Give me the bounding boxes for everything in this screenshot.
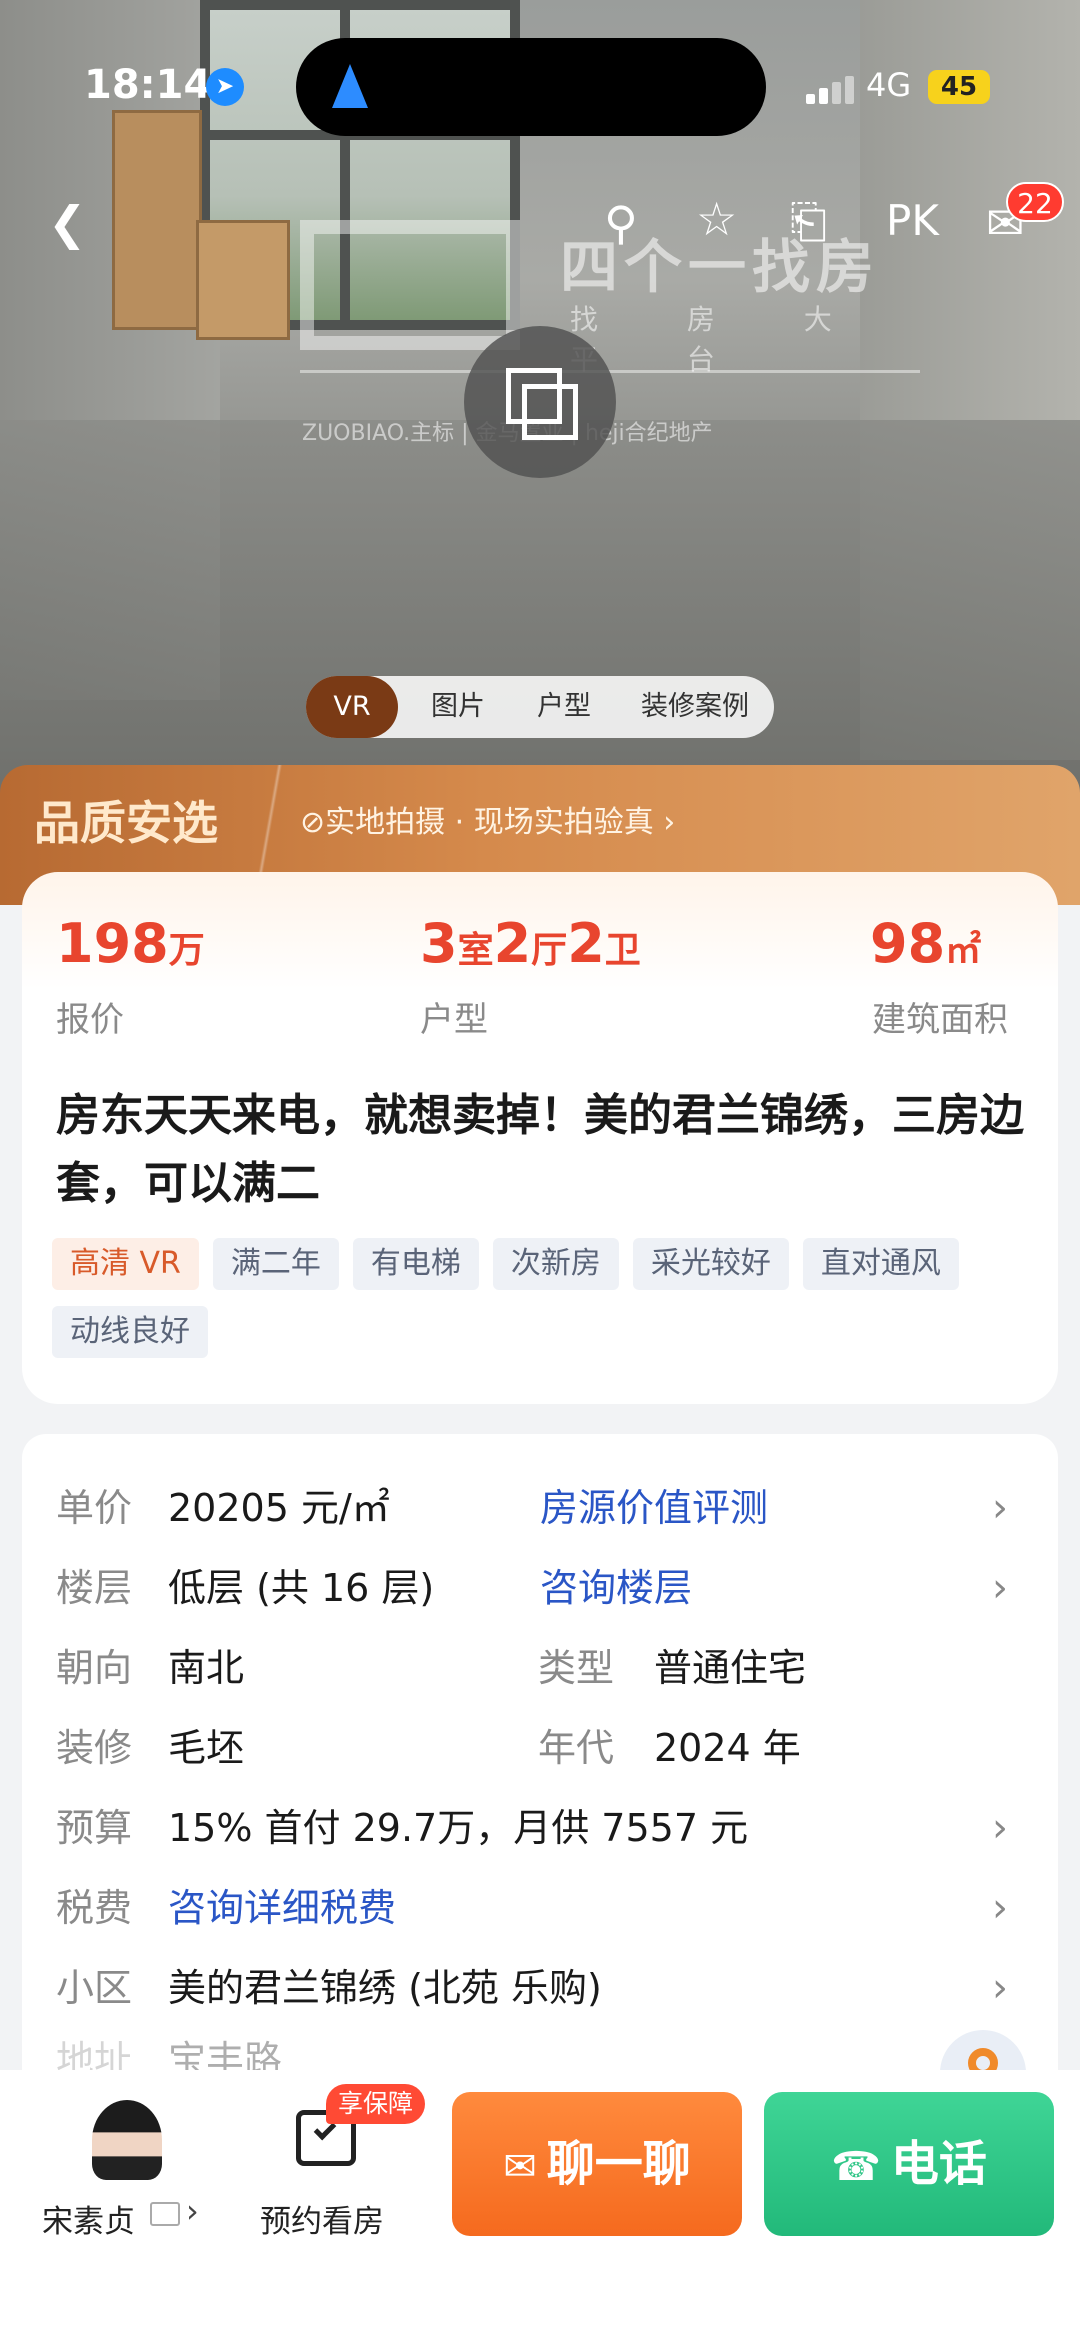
halls-unit: 厅 bbox=[531, 930, 568, 971]
back-icon[interactable]: ❮ bbox=[48, 200, 87, 246]
quality-title: 品质安选 bbox=[34, 796, 218, 850]
tag: 采光较好 bbox=[632, 1238, 789, 1290]
info-row-floor[interactable]: 楼层 低层 (共 16 层) 咨询楼层 › bbox=[34, 1558, 1024, 1618]
info-value: 20205 元/㎡ bbox=[168, 1486, 390, 1530]
halls-count: 2 bbox=[493, 912, 532, 975]
tab-floorplan[interactable]: 户型 bbox=[516, 676, 612, 738]
info-key: 类型 bbox=[538, 1646, 615, 1690]
info-value: 15% 首付 29.7万，月供 7557 元 bbox=[168, 1806, 749, 1850]
chevron-right-icon: › bbox=[992, 1805, 1008, 1851]
area-value: 98 bbox=[870, 912, 946, 975]
consult-floor-link[interactable]: 咨询楼层 bbox=[540, 1558, 692, 1618]
tab-decoration-cases[interactable]: 装修案例 bbox=[622, 676, 768, 738]
rooms-count: 3 bbox=[420, 912, 458, 975]
info-row-orientation: 朝向 南北 类型 普通住宅 bbox=[34, 1638, 1024, 1698]
vr-enter-button[interactable] bbox=[464, 326, 616, 478]
baths-count: 2 bbox=[567, 912, 605, 975]
info-value: 毛坯 bbox=[168, 1726, 245, 1770]
quality-divider bbox=[255, 765, 285, 875]
tab-photos[interactable]: 图片 bbox=[410, 676, 506, 738]
phone-icon: ☎ bbox=[831, 2144, 881, 2190]
chevron-right-icon: › bbox=[992, 1485, 1008, 1531]
tag-hd-vr[interactable]: 高清 VR bbox=[52, 1238, 199, 1290]
tab-vr[interactable]: VR bbox=[306, 676, 398, 738]
listing-title: 房东天天来电，就想卖掉！美的君兰锦绣，三房边套，可以满二 bbox=[56, 1090, 1024, 1209]
listing-info-card bbox=[22, 1434, 1058, 2134]
chevron-right-icon: › bbox=[992, 1565, 1008, 1611]
watermark-logo bbox=[300, 220, 520, 350]
battery-icon: 45 bbox=[928, 70, 990, 104]
info-row-decoration: 装修 毛坯 年代 2024 年 bbox=[34, 1718, 1024, 1778]
info-value: 普通住宅 bbox=[654, 1646, 807, 1690]
info-key: 税费 bbox=[56, 1886, 133, 1930]
tag: 直对通风 bbox=[802, 1238, 959, 1290]
info-value: 低层 (共 16 层) bbox=[168, 1566, 435, 1610]
signal-icon bbox=[806, 74, 856, 104]
chat-bubble-icon: ✉ bbox=[503, 2144, 537, 2190]
info-key: 装修 bbox=[56, 1726, 133, 1770]
chat-label: 聊一聊 bbox=[546, 2136, 691, 2192]
rooms-unit: 室 bbox=[457, 930, 494, 971]
network-type: 4G bbox=[866, 66, 912, 104]
price-unit: 万 bbox=[168, 930, 205, 971]
book-viewing-label[interactable]: 预约看房 bbox=[260, 2196, 384, 2241]
quality-text: ⊘实地拍摄 · 现场实拍验真 › bbox=[300, 805, 676, 840]
info-row-unit-price[interactable]: 单价 20205 元/㎡ 房源价值评测 › bbox=[34, 1478, 1024, 1538]
search-icon[interactable]: ⚲ bbox=[604, 200, 638, 246]
baths-unit: 卫 bbox=[604, 930, 641, 971]
bottom-action-bar: 宋素贞 › 享保障 预约看房 ✉ 聊一聊 ☎ 电话 bbox=[0, 2070, 1080, 2348]
navigation-arrow-icon bbox=[332, 64, 368, 108]
message-count-badge: 22 bbox=[1006, 182, 1064, 222]
info-row-community[interactable]: 小区 美的君兰锦绣 (北苑 乐购) › bbox=[34, 1958, 1024, 2018]
price-value: 198 bbox=[56, 912, 169, 975]
guarantee-badge: 享保障 bbox=[326, 2084, 426, 2124]
pk-button[interactable]: PK bbox=[886, 200, 939, 242]
info-value: 美的君兰锦绣 (北苑 乐购) bbox=[168, 1966, 602, 2010]
layout-label: 户型 bbox=[420, 1000, 488, 1040]
feature-tags: 高清 VR 满二年 有电梯 次新房 采光较好 直对通风动线良好 bbox=[52, 1238, 1052, 1374]
call-button[interactable]: ☎ 电话 bbox=[764, 2092, 1054, 2236]
price-label: 报价 bbox=[56, 1000, 124, 1040]
location-icon: ➤ bbox=[206, 68, 244, 106]
status-bar: 18:14 ➤ 4G 45 bbox=[0, 0, 1080, 136]
info-value: 南北 bbox=[168, 1646, 245, 1690]
info-key: 预算 bbox=[56, 1806, 133, 1850]
consult-tax-link[interactable]: 咨询详细税费 bbox=[168, 1878, 396, 1938]
share-icon[interactable]: ⎗ bbox=[790, 198, 827, 244]
info-value: 2024 年 bbox=[654, 1726, 801, 1770]
tag: 有电梯 bbox=[352, 1238, 479, 1290]
chevron-right-icon: › bbox=[992, 1885, 1008, 1931]
info-row-budget[interactable]: 预算 15% 首付 29.7万，月供 7557 元 › bbox=[34, 1798, 1024, 1858]
watermark-sub: 找 房 大 平 台 bbox=[570, 303, 872, 376]
favorite-star-icon[interactable]: ☆ bbox=[696, 196, 737, 242]
dynamic-island bbox=[296, 38, 766, 136]
tag: 动线良好 bbox=[52, 1306, 208, 1358]
chevron-right-icon: › bbox=[992, 1965, 1008, 2011]
status-time: 18:14 bbox=[84, 62, 212, 108]
area-unit: ㎡ bbox=[945, 930, 982, 971]
photo-box bbox=[112, 110, 202, 330]
call-label: 电话 bbox=[890, 2136, 987, 2192]
tag: 满二年 bbox=[212, 1238, 339, 1290]
chat-button[interactable]: ✉ 聊一聊 bbox=[452, 2092, 742, 2236]
agent-name[interactable]: 宋素贞 bbox=[42, 2196, 135, 2241]
info-row-tax[interactable]: 税费 咨询详细税费 › bbox=[34, 1878, 1024, 1938]
info-key: 单价 bbox=[56, 1486, 133, 1530]
media-tabs: VR 图片 户型 装修案例 bbox=[306, 676, 774, 738]
info-key: 年代 bbox=[538, 1726, 615, 1770]
chevron-right-icon: › bbox=[186, 2192, 199, 2230]
info-key: 小区 bbox=[56, 1966, 133, 2010]
vr-cube-icon-back bbox=[522, 384, 578, 440]
info-key: 楼层 bbox=[56, 1566, 133, 1610]
id-card-icon bbox=[150, 2202, 180, 2226]
agent-avatar[interactable] bbox=[92, 2100, 162, 2180]
photo-box bbox=[196, 220, 290, 340]
tag: 次新房 bbox=[492, 1238, 619, 1290]
listing-summary-card: 198万 报价 3室2厅2卫 户型 98㎡ 建筑面积 房东天天来电，就想卖掉！美… bbox=[22, 872, 1058, 1404]
area-label: 建筑面积 bbox=[872, 1000, 1008, 1040]
price-evaluation-link[interactable]: 房源价值评测 bbox=[540, 1478, 768, 1538]
info-key: 朝向 bbox=[56, 1646, 133, 1690]
